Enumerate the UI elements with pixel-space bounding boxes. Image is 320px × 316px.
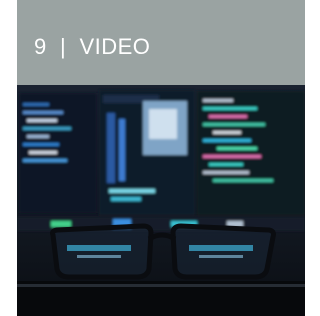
card-number: 9	[34, 34, 47, 59]
title-separator: |	[59, 34, 67, 59]
card-title: 9 | VIDEO	[34, 34, 150, 60]
thumbnail-image	[17, 85, 305, 316]
video-card[interactable]: 9 | VIDEO	[17, 0, 305, 316]
card-label: VIDEO	[79, 34, 151, 59]
card-header: 9 | VIDEO	[17, 0, 305, 91]
video-thumbnail[interactable]	[17, 85, 305, 316]
